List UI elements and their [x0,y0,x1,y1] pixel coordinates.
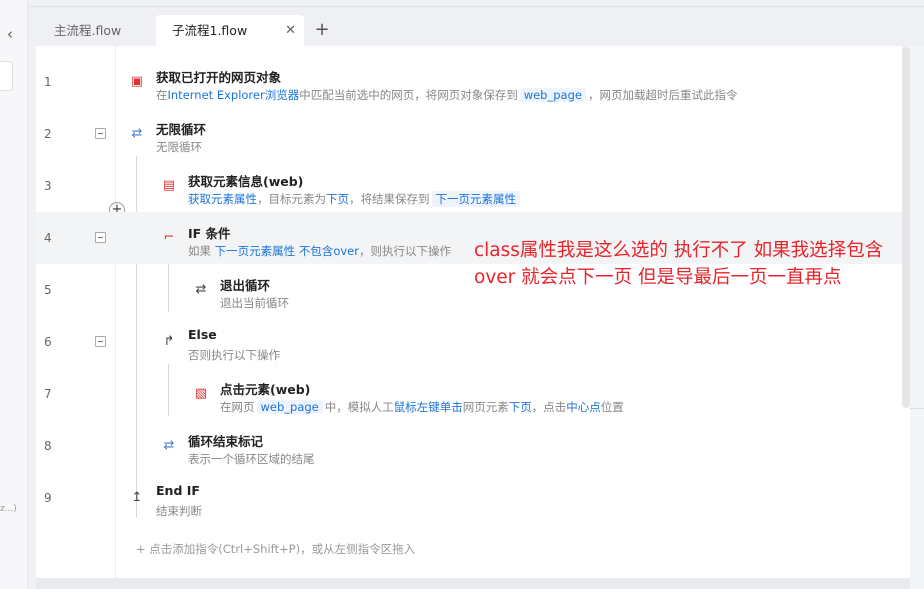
desc-text: ，网页加载超时后重试此指令 [587,88,738,102]
desc-link[interactable]: 鼠标左键单击 [394,400,463,414]
desc-text: 网页元素 [462,400,509,414]
flow-editor: 1 ▣ 获取已打开的网页对象 在Internet Explorer浏览器中匹配当… [36,46,910,578]
else-icon: ↱ [163,334,175,349]
line-number: 9 [44,491,52,505]
command-title: 退出循环 [220,278,271,293]
editor-scrollbar[interactable] [902,46,910,408]
left-panel-truncated-text: z...) [0,504,17,514]
desc-link[interactable]: 获取元素属性 [188,192,257,206]
desc-text: 中，模拟人工 [324,400,394,414]
command-desc: 退出当前循环 [220,296,289,310]
command-desc: 在Internet Explorer浏览器中匹配当前选中的网页，将网页对象保存到… [156,87,737,103]
line-number: 3 [44,179,52,193]
close-tab-icon[interactable]: ✕ [285,15,296,47]
desc-text: 在 [156,88,168,102]
command-desc: 获取元素属性，目标元素为下页，将结果保存到 下一页元素属性 [188,191,522,207]
collapse-block-icon[interactable] [95,128,106,139]
tab-subflow-1[interactable]: 子流程1.flow ✕ [156,15,304,48]
command-desc: 否则执行以下操作 [188,348,280,362]
line-number: 8 [44,439,52,453]
element-info-icon: ▤ [162,178,176,193]
bottom-bar [36,578,910,589]
command-desc: 在网页 web_page 中，模拟人工鼠标左键单击网页元素下页，点击中心点位置 [220,399,624,415]
command-title: 无限循环 [156,122,207,137]
variable-tag[interactable]: web_page [256,400,323,414]
if-icon: ⌐ [163,230,175,245]
desc-text: ，将结果保存到 [349,192,430,206]
command-desc: 无限循环 [156,140,202,154]
desc-link[interactable]: 下一页元素属性 [215,244,296,258]
desc-text: ，目标元素为 [257,192,326,206]
command-row[interactable]: 2 ⇄ 无限循环 无限循环 [36,108,902,160]
command-title: 循环结束标记 [188,434,264,449]
desc-link[interactable]: Internet Explorer浏览器 [168,88,300,102]
exit-loop-icon: ⇄ [195,282,207,297]
line-number: 4 [44,231,52,245]
line-number: 7 [44,387,52,401]
desc-link[interactable]: 中心点 [566,400,601,414]
loop-icon: ⇄ [131,126,143,141]
left-panel-strip: ‹ z...) [0,0,28,589]
tab-bar: 主流程.flow 子流程1.flow ✕ + [28,6,924,48]
command-title: 获取已打开的网页对象 [156,70,282,85]
command-desc: 表示一个循环区域的结尾 [188,452,315,466]
annotation-text: class属性我是这么选的 执行不了 如果我选择包含over 就会点下一页 但是… [474,240,884,288]
loop-end-icon: ⇄ [163,438,175,453]
command-row[interactable]: 3 ▤ 获取元素信息(web) 获取元素属性，目标元素为下页，将结果保存到 下一页… [36,160,902,212]
desc-link[interactable]: 下页 [326,192,349,206]
variable-tag[interactable]: web_page [519,88,586,102]
collapse-panel-icon[interactable]: ‹ [3,26,17,42]
add-command-hint[interactable]: + 点击添加指令(Ctrl+Shift+P)，或从左侧指令区拖入 [136,541,415,557]
desc-text: 如果 [188,244,211,258]
collapse-block-icon[interactable] [95,232,106,243]
line-number: 6 [44,335,52,349]
add-tab-icon[interactable]: + [312,20,332,40]
command-title: Else [188,327,217,342]
command-row[interactable]: 6 ↱ Else 否则执行以下操作 [36,316,902,368]
command-desc: 如果 下一页元素属性 不包含over，则执行以下操作 [188,243,451,259]
command-row[interactable]: 1 ▣ 获取已打开的网页对象 在Internet Explorer浏览器中匹配当… [36,56,902,108]
desc-link[interactable]: over [333,244,359,258]
tab-main-flow[interactable]: 主流程.flow [38,15,156,48]
tab-main-flow-label: 主流程.flow [54,23,122,38]
click-element-icon: ▧ [194,386,208,401]
command-title: 点击元素(web) [220,382,311,397]
desc-text: 在网页 [220,400,255,414]
command-title: 获取元素信息(web) [188,174,304,189]
line-number: 2 [44,127,52,141]
right-panel-divider [910,408,924,409]
collapse-block-icon[interactable] [95,336,106,347]
line-number: 1 [44,75,52,89]
desc-text: ，则执行以下操作 [358,244,451,258]
left-panel-item[interactable] [0,61,13,91]
command-title: IF 条件 [188,226,231,241]
command-row[interactable]: 9 ↥ End IF 结束判断 [36,472,902,524]
command-title: End IF [156,483,200,498]
desc-text: 中匹配当前选中的网页，将网页对象保存到 [299,88,518,102]
desc-link[interactable]: 不包含 [299,244,334,258]
desc-text: 位置 [600,400,624,414]
right-panel-edge [910,46,924,589]
command-row[interactable]: 8 ⇄ 循环结束标记 表示一个循环区域的结尾 [36,420,902,472]
end-if-icon: ↥ [131,490,143,505]
browser-icon: ▣ [130,74,144,89]
command-row[interactable]: 7 ▧ 点击元素(web) 在网页 web_page 中，模拟人工鼠标左键单击网页元… [36,368,902,420]
command-desc: 结束判断 [156,504,202,518]
tab-subflow-1-label: 子流程1.flow [172,23,248,38]
line-number: 5 [44,283,52,297]
desc-text: ，点击 [531,400,567,414]
desc-link[interactable]: 下页 [509,400,532,414]
variable-tag[interactable]: 下一页元素属性 [431,191,520,207]
